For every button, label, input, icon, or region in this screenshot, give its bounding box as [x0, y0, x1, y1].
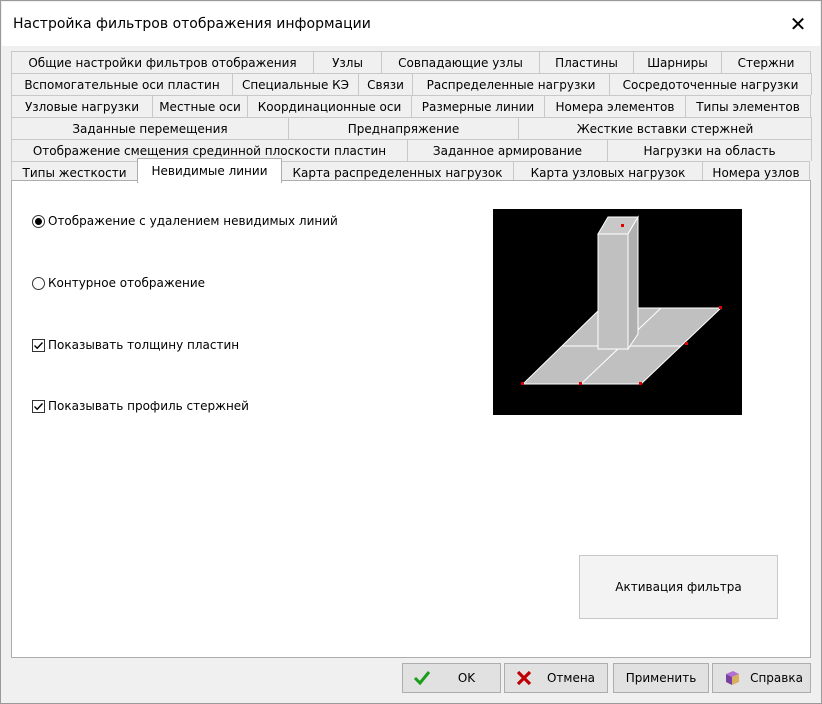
tab-distributed-loads[interactable]: Распределенные нагрузки — [412, 73, 610, 95]
x-icon — [513, 667, 535, 689]
radio-hidden-line-removal-label: Отображение с удалением невидимых линий — [48, 214, 338, 228]
tab-panel-hidden-lines: Отображение с удалением невидимых линий … — [11, 180, 811, 658]
window-title: Настройка фильтров отображения информаци… — [13, 16, 371, 32]
apply-button-label: Применить — [625, 671, 697, 685]
preview-model-image — [521, 215, 723, 385]
option-bar-profile[interactable]: Показывать профиль стержней — [32, 399, 249, 413]
tab-coincident-nodes[interactable]: Совпадающие узлы — [381, 51, 540, 73]
ok-button[interactable]: OK — [402, 663, 501, 693]
preview-canvas — [493, 209, 742, 415]
tab-area-loads[interactable]: Нагрузки на область — [607, 139, 812, 161]
cancel-button[interactable]: Отмена — [504, 663, 608, 693]
checkmark-icon — [34, 402, 44, 410]
tab-prescribed-displacements[interactable]: Заданные перемещения — [11, 117, 289, 139]
tab-hidden-lines[interactable]: Невидимые линии — [137, 158, 282, 183]
checkbox-bar-profile-label: Показывать профиль стержней — [48, 399, 249, 413]
tab-nodal-loads[interactable]: Узловые нагрузки — [11, 95, 153, 117]
radio-contour-display[interactable] — [32, 276, 45, 290]
radio-hidden-line-removal[interactable] — [32, 214, 45, 228]
cancel-button-label: Отмена — [546, 671, 596, 685]
apply-button[interactable]: Применить — [613, 663, 709, 693]
tab-prestress[interactable]: Преднапряжение — [288, 117, 519, 139]
tab-plate-auxiliary-axes[interactable]: Вспомогательные оси пластин — [11, 73, 233, 95]
tab-grid-axes[interactable]: Координационные оси — [247, 95, 412, 117]
option-contour-display[interactable]: Контурное отображение — [32, 276, 205, 290]
tab-prescribed-reinforcement[interactable]: Заданное армирование — [407, 139, 608, 161]
option-hidden-line-removal[interactable]: Отображение с удалением невидимых линий — [32, 214, 338, 228]
tab-element-numbers[interactable]: Номера элементов — [544, 95, 686, 117]
tab-plates[interactable]: Пластины — [539, 51, 634, 73]
checkbox-bar-profile[interactable] — [32, 399, 45, 413]
activate-filter-button[interactable]: Активация фильтра — [579, 555, 778, 619]
tab-element-types[interactable]: Типы элементов — [685, 95, 811, 117]
title-bar: Настройка фильтров отображения информаци… — [2, 2, 820, 46]
tab-dimension-lines[interactable]: Размерные линии — [411, 95, 545, 117]
option-plate-thickness[interactable]: Показывать толщину пластин — [32, 338, 239, 352]
checkbox-plate-thickness-label: Показывать толщину пластин — [48, 338, 240, 352]
radio-contour-display-label: Контурное отображение — [48, 276, 206, 290]
tab-hinges[interactable]: Шарниры — [633, 51, 722, 73]
tab-rigid-bar-inserts[interactable]: Жесткие вставки стержней — [518, 117, 812, 139]
filter-settings-dialog: Настройка фильтров отображения информаци… — [0, 0, 822, 704]
help-book-icon — [721, 667, 743, 689]
ok-button-label: OK — [457, 671, 476, 685]
checkbox-plate-thickness[interactable] — [32, 338, 45, 352]
tab-nodes[interactable]: Узлы — [313, 51, 382, 73]
help-button[interactable]: Справка — [712, 663, 811, 693]
tab-concentrated-loads[interactable]: Сосредоточенные нагрузки — [609, 73, 812, 95]
tab-constraints[interactable]: Связи — [358, 73, 413, 95]
tab-special-fe[interactable]: Специальные КЭ — [232, 73, 359, 95]
check-icon — [411, 667, 433, 689]
checkmark-icon — [34, 341, 44, 349]
tab-local-axes[interactable]: Местные оси — [152, 95, 248, 117]
close-icon[interactable]: ✕ — [776, 2, 820, 46]
tab-general-filter-settings[interactable]: Общие настройки фильтров отображения — [11, 51, 314, 73]
tab-bars[interactable]: Стержни — [721, 51, 811, 73]
help-button-label: Справка — [750, 671, 803, 685]
